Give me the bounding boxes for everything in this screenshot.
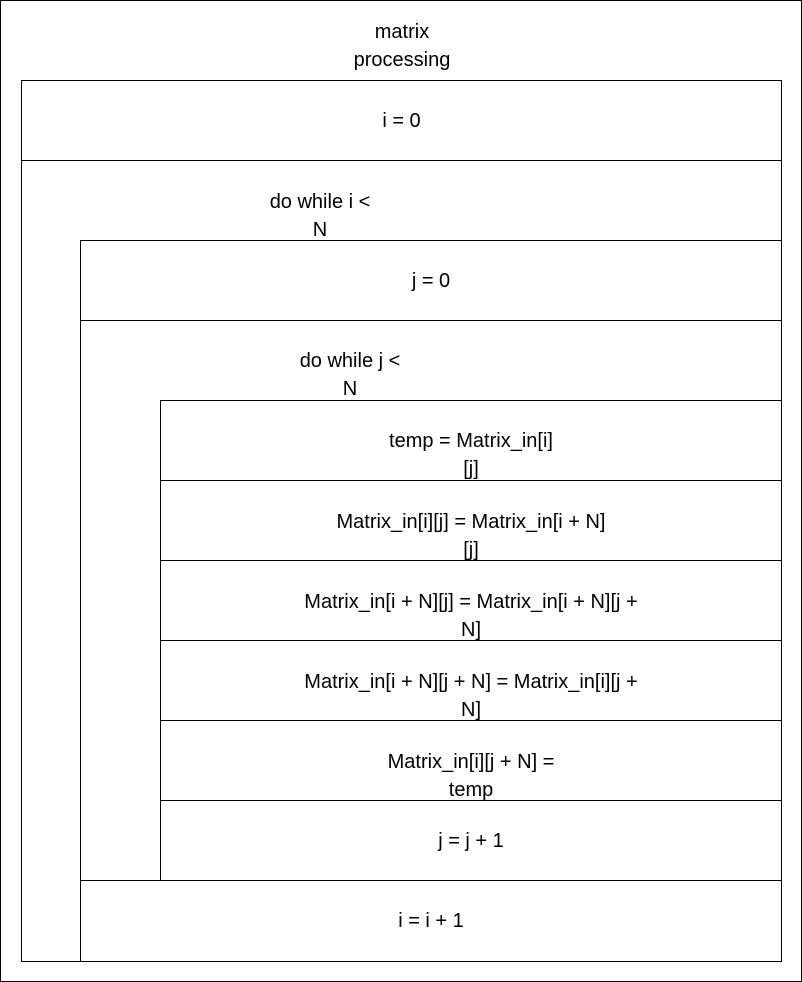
divider-after-assign1 bbox=[160, 560, 782, 561]
loop-j-body-top-edge bbox=[160, 400, 782, 401]
block-assign4-line1: Matrix_in[i][j + N] = bbox=[387, 751, 555, 773]
block-init-j: j = 0 bbox=[411, 270, 451, 292]
block-inc-i: i = i + 1 bbox=[398, 910, 464, 932]
loop-i-condition-line1: do while i < bbox=[269, 191, 371, 213]
loop-j-end-divider bbox=[80, 880, 782, 881]
block-assign2-line1: Matrix_in[i + N][j] = Matrix_in[i + N][j… bbox=[304, 591, 638, 613]
divider-after-init-i bbox=[21, 160, 782, 161]
loop-j-condition-line1: do while j < bbox=[299, 350, 401, 372]
loop-i-body-top-edge bbox=[80, 240, 782, 241]
block-assign1-line1: Matrix_in[i][j] = Matrix_in[i + N] bbox=[336, 511, 606, 533]
divider-after-assign2 bbox=[160, 640, 782, 641]
divider-after-init-j bbox=[80, 320, 782, 321]
loop-i-body-left-edge bbox=[80, 240, 81, 962]
loop-j-condition-line2: N bbox=[342, 378, 358, 400]
block-init-i: i = 0 bbox=[382, 110, 421, 132]
block-temp-line2: [j] bbox=[463, 458, 479, 480]
block-temp-line1: temp = Matrix_in[i] bbox=[389, 430, 553, 452]
block-assign3-line1: Matrix_in[i + N][j + N] = Matrix_in[i][j… bbox=[304, 671, 638, 693]
diagram-title-line1: matrix bbox=[374, 21, 430, 43]
divider-after-assign4 bbox=[160, 800, 782, 801]
diagram-title-line2: processing bbox=[353, 49, 451, 71]
block-inc-j: j = j + 1 bbox=[438, 830, 504, 852]
divider-after-assign3 bbox=[160, 720, 782, 721]
divider-after-temp bbox=[160, 480, 782, 481]
